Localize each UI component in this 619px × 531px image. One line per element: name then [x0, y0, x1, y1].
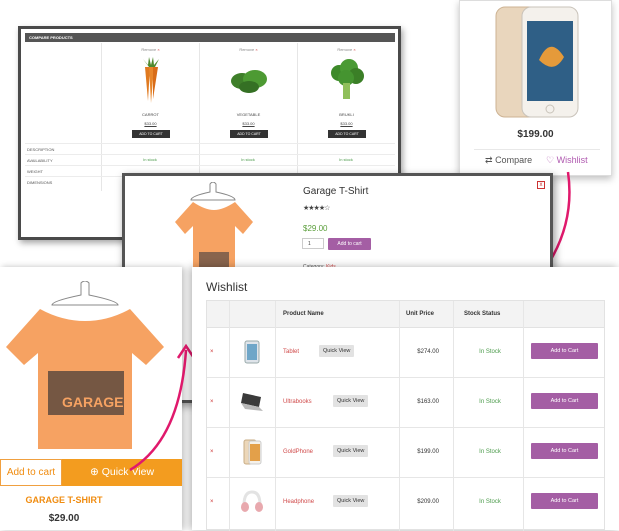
product-link[interactable]: Ultrabooks: [283, 399, 312, 405]
stock-status: In Stock: [479, 449, 501, 455]
compare-header: COMPARE PRODUCTS: [25, 33, 395, 42]
wishlist-table: Product Name Unit Price Stock Status × T…: [206, 300, 605, 531]
add-to-cart-button[interactable]: Add to Cart: [531, 443, 598, 459]
remove-link[interactable]: Remove ×: [102, 47, 199, 52]
product-price: $33.00: [144, 121, 157, 126]
search-icon: ⊕: [89, 466, 99, 478]
add-to-cart-button[interactable]: ADD TO CART: [328, 130, 366, 138]
add-to-cart-button[interactable]: ADD TO CART: [132, 130, 170, 138]
headphone-thumbnail: [241, 490, 263, 512]
close-icon[interactable]: x: [537, 181, 545, 189]
unit-price: $209.00: [417, 499, 439, 505]
product-price: $29.00: [303, 224, 328, 233]
phone-thumbnail: [243, 439, 262, 465]
remove-icon: ×: [353, 47, 356, 52]
remove-label: Remove: [337, 47, 353, 52]
divider: [474, 149, 600, 150]
remove-icon[interactable]: ×: [210, 449, 214, 455]
product-price: $29.00: [48, 513, 80, 524]
arrow-to-quickview-icon: [129, 343, 196, 472]
quick-view-button[interactable]: Quick View: [319, 345, 355, 357]
remove-label: Remove: [141, 47, 157, 52]
header-stock-status: Stock Status: [464, 311, 501, 317]
product-name: BRUKLI: [339, 112, 354, 117]
remove-icon[interactable]: ×: [210, 499, 214, 505]
table-row: × Headphone Quick View $209.00 In Stock …: [207, 478, 604, 528]
quick-view-button[interactable]: Quick View: [333, 395, 369, 407]
add-to-cart-button[interactable]: Add to cart: [0, 459, 62, 486]
heart-icon: ♡: [546, 155, 555, 165]
stock-status: In stock: [339, 157, 353, 162]
table-row: × GoldPhone Quick View $199.00 In Stock …: [207, 428, 604, 478]
iphone-image: [495, 6, 579, 118]
broccoli-image: [331, 59, 364, 99]
product-name[interactable]: GARAGE T-SHIRT: [0, 495, 128, 505]
stock-status: In stock: [143, 157, 157, 162]
remove-icon: ×: [157, 47, 160, 52]
table-row: × Tablet Quick View $274.00 In Stock Add…: [207, 328, 604, 378]
compare-link[interactable]: ⇄ Compare: [485, 155, 532, 166]
header-product-name: Product Name: [283, 311, 324, 317]
stock-status: In Stock: [479, 349, 501, 355]
compare-row-description: DESCRIPTION: [25, 143, 395, 154]
wishlist-link[interactable]: ♡ Wishlist: [546, 155, 588, 166]
remove-icon[interactable]: ×: [210, 349, 214, 355]
remove-icon[interactable]: ×: [210, 399, 214, 405]
add-to-cart-button[interactable]: ADD TO CART: [230, 130, 268, 138]
wishlist-panel: Wishlist Product Name Unit Price Stock S…: [192, 267, 619, 531]
product-price: $33.00: [340, 121, 353, 126]
add-to-cart-button[interactable]: Add to Cart: [531, 493, 598, 509]
laptop-thumbnail: [241, 393, 263, 411]
product-link[interactable]: Tablet: [283, 349, 299, 355]
stock-status: In Stock: [479, 499, 501, 505]
product-title: Garage T-Shirt: [303, 186, 369, 197]
product-price: $199.00: [517, 129, 554, 140]
phone-product-card: $199.00 ⇄ Compare ♡ Wishlist: [459, 0, 612, 176]
wishlist-label: Wishlist: [556, 155, 588, 165]
header-unit-price: Unit Price: [406, 311, 435, 317]
unit-price: $199.00: [417, 449, 439, 455]
remove-link[interactable]: Remove ×: [200, 47, 297, 52]
carrot-image: [143, 57, 159, 103]
rating-stars: ★★★★☆: [303, 205, 330, 212]
stock-status: In stock: [241, 157, 255, 162]
product-link[interactable]: GoldPhone: [283, 449, 313, 455]
product-link[interactable]: Headphone: [283, 499, 314, 505]
row-label: DIMENSIONS: [27, 180, 53, 185]
spinach-image: [231, 70, 267, 93]
quick-view-button[interactable]: Quick View: [333, 495, 369, 507]
quick-view-button[interactable]: Quick View: [333, 445, 369, 457]
remove-icon: ×: [255, 47, 258, 52]
unit-price: $163.00: [417, 399, 439, 405]
remove-link[interactable]: Remove ×: [298, 47, 395, 52]
add-to-cart-button[interactable]: Add to cart: [328, 238, 371, 250]
quantity-input[interactable]: 1: [302, 238, 324, 249]
table-header: Product Name Unit Price Stock Status: [207, 301, 604, 328]
tablet-thumbnail: [244, 340, 260, 364]
compare-icon: ⇄: [485, 155, 493, 165]
product-price: $33.00: [242, 121, 255, 126]
wishlist-title: Wishlist: [206, 280, 248, 294]
remove-label: Remove: [239, 47, 255, 52]
table-row: × Ultrabooks Quick View $163.00 In Stock…: [207, 378, 604, 428]
product-name: VEGETABLE: [236, 112, 261, 117]
add-to-cart-button[interactable]: Add to Cart: [531, 343, 598, 359]
add-to-cart-button[interactable]: Add to Cart: [531, 393, 598, 409]
product-name: CARROT: [142, 112, 159, 117]
unit-price: $274.00: [417, 349, 439, 355]
compare-label: Compare: [495, 155, 533, 165]
stock-status: In Stock: [479, 399, 501, 405]
